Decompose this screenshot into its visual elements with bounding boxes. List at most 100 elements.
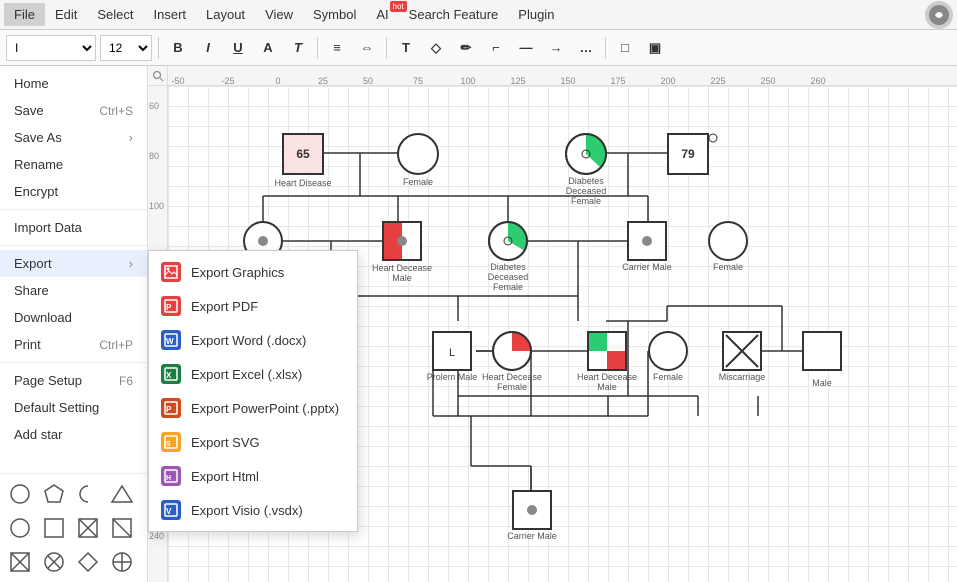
shape-circle2[interactable]	[4, 512, 36, 544]
dots-button[interactable]: …	[573, 35, 599, 61]
export-html-item[interactable]: H Export Html	[149, 459, 357, 493]
svg-text:Male: Male	[597, 382, 617, 392]
app-logo	[925, 1, 953, 29]
underline-button[interactable]: U	[225, 35, 251, 61]
svg-text:P: P	[166, 405, 172, 414]
text-t-button[interactable]: T	[393, 35, 419, 61]
shape-unknown[interactable]	[106, 512, 138, 544]
align-button[interactable]: ≡	[324, 35, 350, 61]
menu-item-home[interactable]: Home	[0, 70, 147, 97]
shapes-grid	[4, 478, 143, 578]
menu-edit[interactable]: Edit	[45, 3, 87, 26]
menu-item-save[interactable]: Save Ctrl+S	[0, 97, 147, 124]
bold-button[interactable]: B	[165, 35, 191, 61]
svg-text:Male: Male	[392, 273, 412, 283]
svg-text:Female: Female	[403, 177, 433, 187]
shape-diamond[interactable]	[72, 546, 104, 578]
shape-square[interactable]	[38, 512, 70, 544]
toolbar-divider-2	[317, 37, 318, 59]
toolbar-divider-1	[158, 37, 159, 59]
shape-pentagon[interactable]	[38, 478, 70, 510]
menu-ai[interactable]: AI hot	[366, 3, 398, 26]
menu-item-page-setup[interactable]: Page Setup F6	[0, 367, 147, 394]
text-button[interactable]: T	[285, 35, 311, 61]
export-word-item[interactable]: W Export Word (.docx)	[149, 323, 357, 357]
shape-x-circle[interactable]	[38, 546, 70, 578]
menu-view[interactable]: View	[255, 3, 303, 26]
font-size-select[interactable]: 12	[100, 35, 152, 61]
menu-layout[interactable]: Layout	[196, 3, 255, 26]
ruler-mark: 250	[760, 76, 775, 86]
shape-triangle[interactable]	[106, 478, 138, 510]
svg-text:S: S	[166, 441, 171, 448]
shape-striped[interactable]	[106, 546, 138, 578]
arrow-button[interactable]: →	[543, 35, 569, 61]
export-word-icon: W	[161, 330, 181, 350]
svg-text:Diabetes: Diabetes	[490, 262, 526, 272]
svg-text:H: H	[166, 475, 171, 482]
ruler-mark: -50	[171, 76, 184, 86]
menubar: File Edit Select Insert Layout View Symb…	[0, 0, 957, 30]
frame-button[interactable]: □	[612, 35, 638, 61]
export-excel-icon: X	[161, 364, 181, 384]
ruler-v-mark: 240	[149, 531, 164, 541]
ruler-mark: 125	[510, 76, 525, 86]
shape-cross[interactable]	[72, 512, 104, 544]
svg-text:Female: Female	[497, 382, 527, 392]
menu-item-encrypt[interactable]: Encrypt	[0, 178, 147, 205]
pen-button[interactable]: ✏	[453, 35, 479, 61]
menu-item-add-star[interactable]: Add star	[0, 421, 147, 448]
menu-sep-1	[0, 209, 147, 210]
ruler-horizontal: -50 -25 0 25 50 75 100 125 150 175 200 2…	[168, 66, 957, 86]
menu-plugin[interactable]: Plugin	[508, 3, 564, 26]
shape-crescent[interactable]	[72, 478, 104, 510]
menu-sep-3	[0, 362, 147, 363]
export-html-icon: H	[161, 466, 181, 486]
menu-item-rename[interactable]: Rename	[0, 151, 147, 178]
ruler-mark: 100	[460, 76, 475, 86]
ruler-v-mark: 80	[149, 151, 159, 161]
shape-circle[interactable]	[4, 478, 36, 510]
export-graphics-item[interactable]: Export Graphics	[149, 255, 357, 289]
svg-text:W: W	[166, 337, 174, 346]
distribute-button[interactable]: ⇔	[354, 35, 380, 61]
line-button[interactable]: —	[513, 35, 539, 61]
menu-item-default-setting[interactable]: Default Setting	[0, 394, 147, 421]
svg-text:Female: Female	[571, 196, 601, 206]
grid-button[interactable]: ▣	[642, 35, 668, 61]
svg-text:79: 79	[681, 147, 695, 161]
shape-x-square[interactable]	[4, 546, 36, 578]
export-graphics-icon	[161, 262, 181, 282]
menu-item-print[interactable]: Print Ctrl+P	[0, 331, 147, 358]
svg-text:Male: Male	[812, 378, 832, 388]
export-excel-item[interactable]: X Export Excel (.xlsx)	[149, 357, 357, 391]
menu-item-save-as[interactable]: Save As ›	[0, 124, 147, 151]
menu-select[interactable]: Select	[87, 3, 143, 26]
shape-button[interactable]: ◇	[423, 35, 449, 61]
menu-item-import-data[interactable]: Import Data	[0, 214, 147, 241]
menu-item-download[interactable]: Download	[0, 304, 147, 331]
connector-button[interactable]: ⌐	[483, 35, 509, 61]
italic-button[interactable]: I	[195, 35, 221, 61]
toolbar-divider-3	[386, 37, 387, 59]
ruler-corner	[148, 66, 168, 86]
menu-item-share[interactable]: Share	[0, 277, 147, 304]
ruler-mark: 175	[610, 76, 625, 86]
menu-search-feature[interactable]: Search Feature	[399, 3, 509, 26]
export-pptx-item[interactable]: P Export PowerPoint (.pptx)	[149, 391, 357, 425]
diagram-svg: 65 Heart Disease Female Diabetes Decease…	[168, 86, 468, 236]
svg-text:Heart Decease: Heart Decease	[577, 372, 637, 382]
export-pdf-item[interactable]: P Export PDF	[149, 289, 357, 323]
export-svg-item[interactable]: S Export SVG	[149, 425, 357, 459]
menu-insert[interactable]: Insert	[144, 3, 197, 26]
export-submenu: Export Graphics P Export PDF W Export Wo…	[148, 250, 358, 532]
export-pdf-icon: P	[161, 296, 181, 316]
menu-file[interactable]: File	[4, 3, 45, 26]
ruler-mark: -25	[221, 76, 234, 86]
font-color-button[interactable]: A	[255, 35, 281, 61]
menu-item-export[interactable]: Export ›	[0, 250, 147, 277]
font-family-select[interactable]: I	[6, 35, 96, 61]
export-visio-icon: V	[161, 500, 181, 520]
export-visio-item[interactable]: V Export Visio (.vsdx)	[149, 493, 357, 527]
menu-symbol[interactable]: Symbol	[303, 3, 366, 26]
